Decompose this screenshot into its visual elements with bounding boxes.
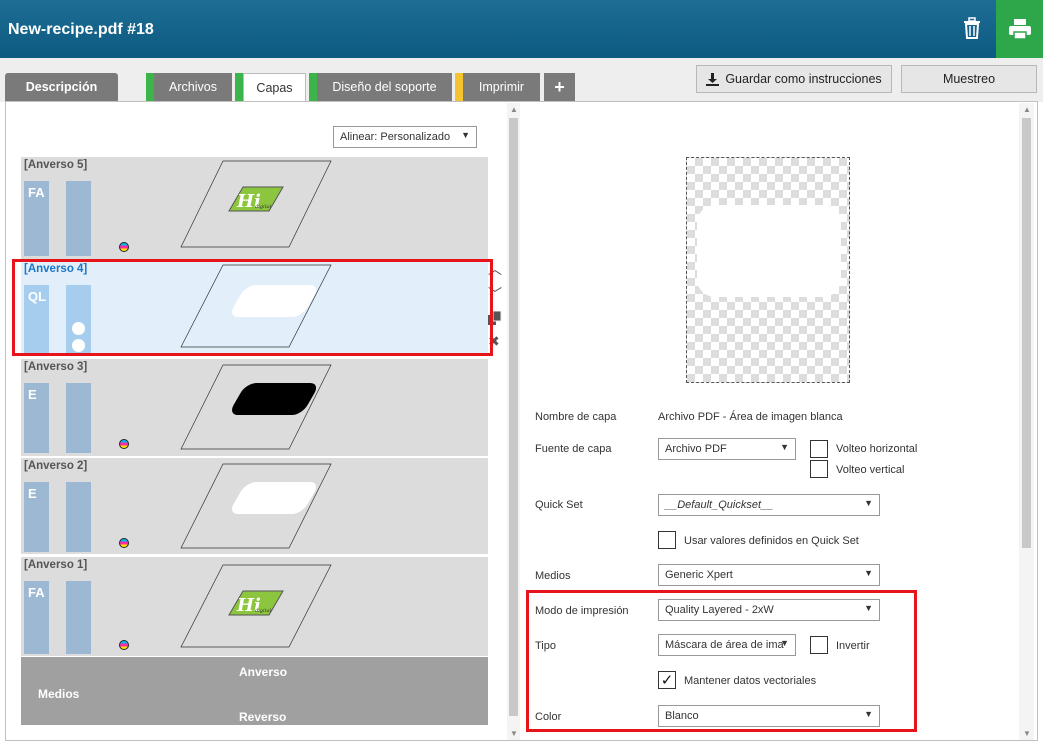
layer-code: E <box>24 482 49 552</box>
media-front-label[interactable]: Anverso <box>239 665 287 679</box>
layer-source-value: Archivo PDF <box>665 443 727 455</box>
white-area-preview <box>697 205 841 297</box>
layer-item[interactable]: [Anverso 3] E <box>21 359 488 457</box>
quickset-select[interactable]: __Default_Quickset__ ▼ <box>658 494 880 516</box>
sample-button[interactable]: Muestreo <box>901 65 1037 93</box>
dropdown-arrow-icon: ▼ <box>780 442 789 452</box>
layer-code: FA <box>24 581 49 654</box>
layer-item[interactable]: [Anverso 5] FA Hi digital <box>21 157 488 261</box>
scroll-thumb[interactable] <box>1022 118 1031 548</box>
layer-name: [Anverso 5] <box>24 159 88 171</box>
media-select[interactable]: Generic Xpert ▼ <box>658 564 880 586</box>
layer-item[interactable]: [Anverso 2] E <box>21 458 488 555</box>
app-header: New-recipe.pdf #18 <box>0 0 1043 58</box>
scroll-up-icon[interactable]: ▲ <box>510 105 518 114</box>
highlight-box <box>12 259 493 356</box>
cmyk-icon <box>119 538 129 548</box>
layer-source-select[interactable]: Archivo PDF ▼ <box>658 438 796 460</box>
layer-color-column <box>66 482 129 552</box>
tab-capas[interactable]: Capas <box>243 73 306 102</box>
layer-code: FA <box>24 181 49 256</box>
media-label: Medios <box>38 687 80 701</box>
dropdown-arrow-icon: ▼ <box>864 498 873 508</box>
save-as-instructions-button[interactable]: Guardar como instrucciones <box>696 65 892 93</box>
align-select[interactable]: Alinear: Personalizado ▼ <box>333 126 477 148</box>
properties-scrollbar[interactable]: ▲ ▼ <box>1019 103 1034 740</box>
delete-button[interactable] <box>952 8 992 48</box>
printer-icon <box>1008 19 1031 40</box>
layer-color-column <box>66 181 129 256</box>
thumb-signature-text: digital <box>255 204 272 210</box>
add-tab-button[interactable]: + <box>544 73 575 101</box>
align-value: Alinear: Personalizado <box>340 131 451 143</box>
media-value: Generic Xpert <box>665 569 733 581</box>
save-label: Guardar como instrucciones <box>725 72 882 86</box>
document-title: New-recipe.pdf #18 <box>8 21 154 38</box>
layer-thumbnail: Hi digital <box>180 564 332 648</box>
trash-icon <box>964 17 980 39</box>
highlight-box <box>526 590 917 732</box>
layer-thumbnail <box>180 364 332 450</box>
flip-horizontal-checkbox[interactable] <box>810 440 828 458</box>
layer-name: [Anverso 1] <box>24 559 88 571</box>
layer-preview <box>686 157 850 383</box>
thumb-signature-text: digital <box>255 608 272 614</box>
quickset-label: Quick Set <box>535 499 583 511</box>
tab-archivos[interactable]: Archivos <box>154 73 232 101</box>
dropdown-arrow-icon: ▼ <box>864 568 873 578</box>
tab-diseno-status <box>309 73 317 101</box>
scroll-down-icon[interactable]: ▼ <box>510 729 518 738</box>
tab-capas-status <box>235 73 243 101</box>
flip-vertical-checkbox[interactable] <box>810 460 828 478</box>
media-property-label: Medios <box>535 570 571 582</box>
flip-vertical-label: Volteo vertical <box>836 464 905 476</box>
layer-source-label: Fuente de capa <box>535 443 612 455</box>
layer-code: E <box>24 383 49 453</box>
print-button[interactable] <box>996 0 1043 58</box>
tab-diseno-soporte[interactable]: Diseño del soporte <box>317 73 452 101</box>
layer-name-value: Archivo PDF - Área de imagen blanca <box>658 411 843 423</box>
use-quickset-label: Usar valores definidos en Quick Set <box>684 535 859 547</box>
cmyk-icon <box>119 242 129 252</box>
tab-archivos-status <box>146 73 154 101</box>
media-back-label[interactable]: Reverso <box>239 710 286 724</box>
layers-scrollbar[interactable]: ▲ ▼ <box>507 103 520 740</box>
media-panel: Medios Anverso Reverso <box>21 657 488 725</box>
dropdown-arrow-icon: ▼ <box>461 130 470 140</box>
scroll-up-icon[interactable]: ▲ <box>1023 105 1031 114</box>
layer-name: [Anverso 2] <box>24 460 88 472</box>
download-icon <box>706 72 720 86</box>
use-quickset-checkbox[interactable] <box>658 531 676 549</box>
scroll-down-icon[interactable]: ▼ <box>1023 729 1031 738</box>
tab-description[interactable]: Descripción <box>5 73 118 101</box>
cmyk-icon <box>119 640 129 650</box>
tab-imprimir[interactable]: Imprimir <box>463 73 540 101</box>
scroll-thumb[interactable] <box>509 118 518 716</box>
layer-color-column <box>66 581 129 654</box>
layer-color-column <box>66 383 129 453</box>
layer-thumbnail <box>180 463 332 549</box>
layer-name: [Anverso 3] <box>24 361 88 373</box>
cmyk-icon <box>119 439 129 449</box>
tab-imprimir-status <box>455 73 463 101</box>
layer-thumbnail: Hi digital <box>180 160 332 248</box>
layer-item[interactable]: [Anverso 1] FA Hi digital <box>21 557 488 657</box>
layer-name-label: Nombre de capa <box>535 411 617 423</box>
quickset-value: __Default_Quickset__ <box>665 499 774 511</box>
flip-horizontal-label: Volteo horizontal <box>836 443 918 455</box>
